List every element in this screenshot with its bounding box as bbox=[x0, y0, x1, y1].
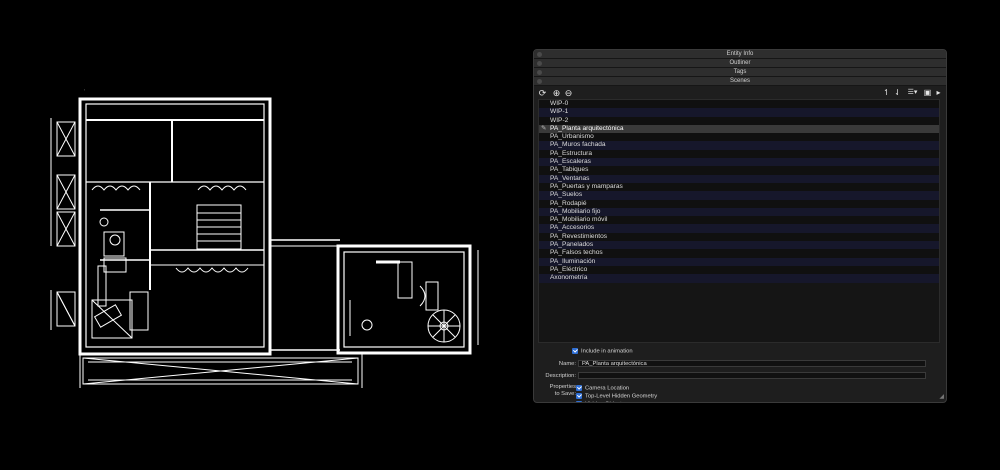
scene-row[interactable]: PA_Eléctrico bbox=[539, 265, 939, 275]
svg-text:': ' bbox=[84, 88, 85, 93]
collapse-dot-icon[interactable] bbox=[537, 69, 542, 75]
panel-title: Scenes bbox=[729, 78, 750, 84]
default-tray: Entity Info Outliner Tags Scenes ⟳ ⊕ ⊖ ↿… bbox=[533, 49, 947, 403]
scene-name: WIP-2 bbox=[550, 116, 569, 124]
scene-list[interactable]: WIP-0 WIP-1 WIP-2 ✎ PA_Planta arquitectónica… bbox=[538, 99, 940, 343]
scene-name: PA_Panelados bbox=[550, 241, 594, 249]
panel-title: Entity Info bbox=[726, 51, 754, 57]
panel-title: Tags bbox=[733, 69, 747, 75]
scene-name: PA_Escaleras bbox=[550, 158, 591, 166]
panel-title: Outliner bbox=[729, 60, 751, 66]
scene-row[interactable]: PA_Accesorios bbox=[539, 224, 939, 233]
save-property-checkbox[interactable]: Top-Level Hidden Geometry bbox=[576, 393, 657, 400]
name-label: Name: bbox=[558, 361, 576, 367]
panel-scenes[interactable]: Scenes bbox=[534, 77, 946, 86]
scene-name: PA_Rodapié bbox=[550, 199, 587, 207]
thumbnail-icon[interactable]: ▣ bbox=[922, 88, 933, 98]
name-field[interactable]: PA_Planta arquitectónica bbox=[578, 360, 926, 367]
scene-name: PA_Iluminación bbox=[550, 257, 596, 265]
checkbox-icon[interactable] bbox=[576, 401, 582, 402]
scene-row[interactable]: PA_Revestimientos bbox=[539, 232, 939, 242]
scene-row[interactable]: PA_Iluminación bbox=[539, 257, 939, 266]
scene-row[interactable]: PA_Suelos bbox=[539, 191, 939, 200]
scene-name: WIP-0 bbox=[550, 100, 569, 107]
include-animation-checkbox[interactable]: Include in animation bbox=[572, 348, 633, 355]
scene-name: PA_Ventanas bbox=[550, 174, 590, 182]
scene-row[interactable]: WIP-0 bbox=[539, 100, 939, 109]
move-down-icon[interactable]: ⇃ bbox=[892, 88, 903, 98]
save-property-checkbox[interactable]: Hidden Objects bbox=[576, 401, 625, 403]
scene-name: PA_Revestimientos bbox=[550, 232, 608, 240]
scene-name: PA_Suelos bbox=[550, 191, 583, 199]
properties-label-2: to Save: bbox=[554, 391, 576, 397]
include-animation-label: Include in animation bbox=[581, 348, 633, 355]
scene-row[interactable]: WIP-2 bbox=[539, 116, 939, 125]
scene-name: PA_Muros fachada bbox=[550, 141, 606, 149]
scene-name: PA_Urbanismo bbox=[550, 133, 594, 141]
scene-row[interactable]: Axonometría bbox=[539, 274, 939, 283]
scene-name: PA_Eléctrico bbox=[550, 265, 588, 273]
scene-row[interactable]: PA_Puertas y mamparas bbox=[539, 182, 939, 192]
scene-row[interactable]: PA_Falsos techos bbox=[539, 249, 939, 258]
scene-row[interactable]: PA_Escaleras bbox=[539, 158, 939, 167]
scenes-toolbar: ⟳ ⊕ ⊖ ↿ ⇃ ☰▾ ▣ ▸ bbox=[534, 86, 946, 100]
collapse-dot-icon[interactable] bbox=[537, 51, 542, 57]
details-icon[interactable]: ▸ bbox=[933, 88, 944, 98]
collapse-dot-icon[interactable] bbox=[537, 60, 542, 66]
scene-row[interactable]: PA_Mobiliario fijo bbox=[539, 207, 939, 217]
scene-name: PA_Tabiques bbox=[550, 166, 589, 174]
checkbox-icon[interactable] bbox=[572, 348, 578, 354]
scene-row[interactable]: PA_Rodapié bbox=[539, 199, 939, 208]
panel-entity-info[interactable]: Entity Info bbox=[534, 50, 946, 59]
scene-name: Axonometría bbox=[550, 274, 588, 282]
scene-row[interactable]: ✎ PA_Planta arquitectónica bbox=[539, 124, 939, 134]
scene-row[interactable]: WIP-1 bbox=[539, 108, 939, 117]
properties-label: Properties bbox=[549, 384, 576, 390]
resize-grip-icon[interactable]: ◢ bbox=[939, 393, 944, 400]
scene-name: PA_Puertas y mamparas bbox=[550, 182, 623, 190]
scene-name: PA_Planta arquitectónica bbox=[550, 124, 624, 132]
collapse-dot-icon[interactable] bbox=[537, 78, 542, 84]
scene-name: PA_Mobiliario móvil bbox=[550, 216, 608, 224]
description-field[interactable] bbox=[578, 372, 926, 379]
pencil-icon: ✎ bbox=[541, 124, 547, 132]
save-property-checkbox[interactable]: Camera Location bbox=[576, 385, 629, 392]
description-label: Description: bbox=[545, 373, 576, 379]
refresh-icon[interactable]: ⟳ bbox=[537, 88, 548, 98]
scene-name: PA_Falsos techos bbox=[550, 249, 603, 257]
panel-outliner[interactable]: Outliner bbox=[534, 59, 946, 68]
left-window-units bbox=[50, 118, 76, 330]
remove-scene-icon[interactable]: ⊖ bbox=[563, 88, 574, 98]
view-options-icon[interactable]: ☰▾ bbox=[907, 88, 918, 98]
scene-name: PA_Mobiliario fijo bbox=[550, 207, 601, 215]
checkbox-icon[interactable] bbox=[576, 393, 582, 399]
scene-row[interactable]: PA_Estructura bbox=[539, 149, 939, 159]
scene-name: PA_Accesorios bbox=[550, 224, 595, 232]
scene-name: PA_Estructura bbox=[550, 149, 593, 157]
move-up-icon[interactable]: ↿ bbox=[881, 88, 892, 98]
scene-row[interactable]: PA_Muros fachada bbox=[539, 141, 939, 150]
scene-row[interactable]: PA_Tabiques bbox=[539, 166, 939, 175]
scene-name: WIP-1 bbox=[550, 108, 569, 116]
save-property-label: Camera Location bbox=[585, 385, 630, 392]
scene-row[interactable]: PA_Mobiliario móvil bbox=[539, 216, 939, 225]
checkbox-icon[interactable] bbox=[576, 385, 582, 391]
save-property-label: Hidden Objects bbox=[585, 402, 625, 403]
panel-tags[interactable]: Tags bbox=[534, 68, 946, 77]
scene-row[interactable]: PA_Panelados bbox=[539, 241, 939, 250]
scene-row[interactable]: PA_Urbanismo bbox=[539, 133, 939, 142]
scene-row[interactable]: PA_Ventanas bbox=[539, 174, 939, 183]
floor-plan-drawing: ' bbox=[50, 88, 479, 388]
save-property-label: Top-Level Hidden Geometry bbox=[585, 393, 658, 400]
add-scene-icon[interactable]: ⊕ bbox=[551, 88, 562, 98]
